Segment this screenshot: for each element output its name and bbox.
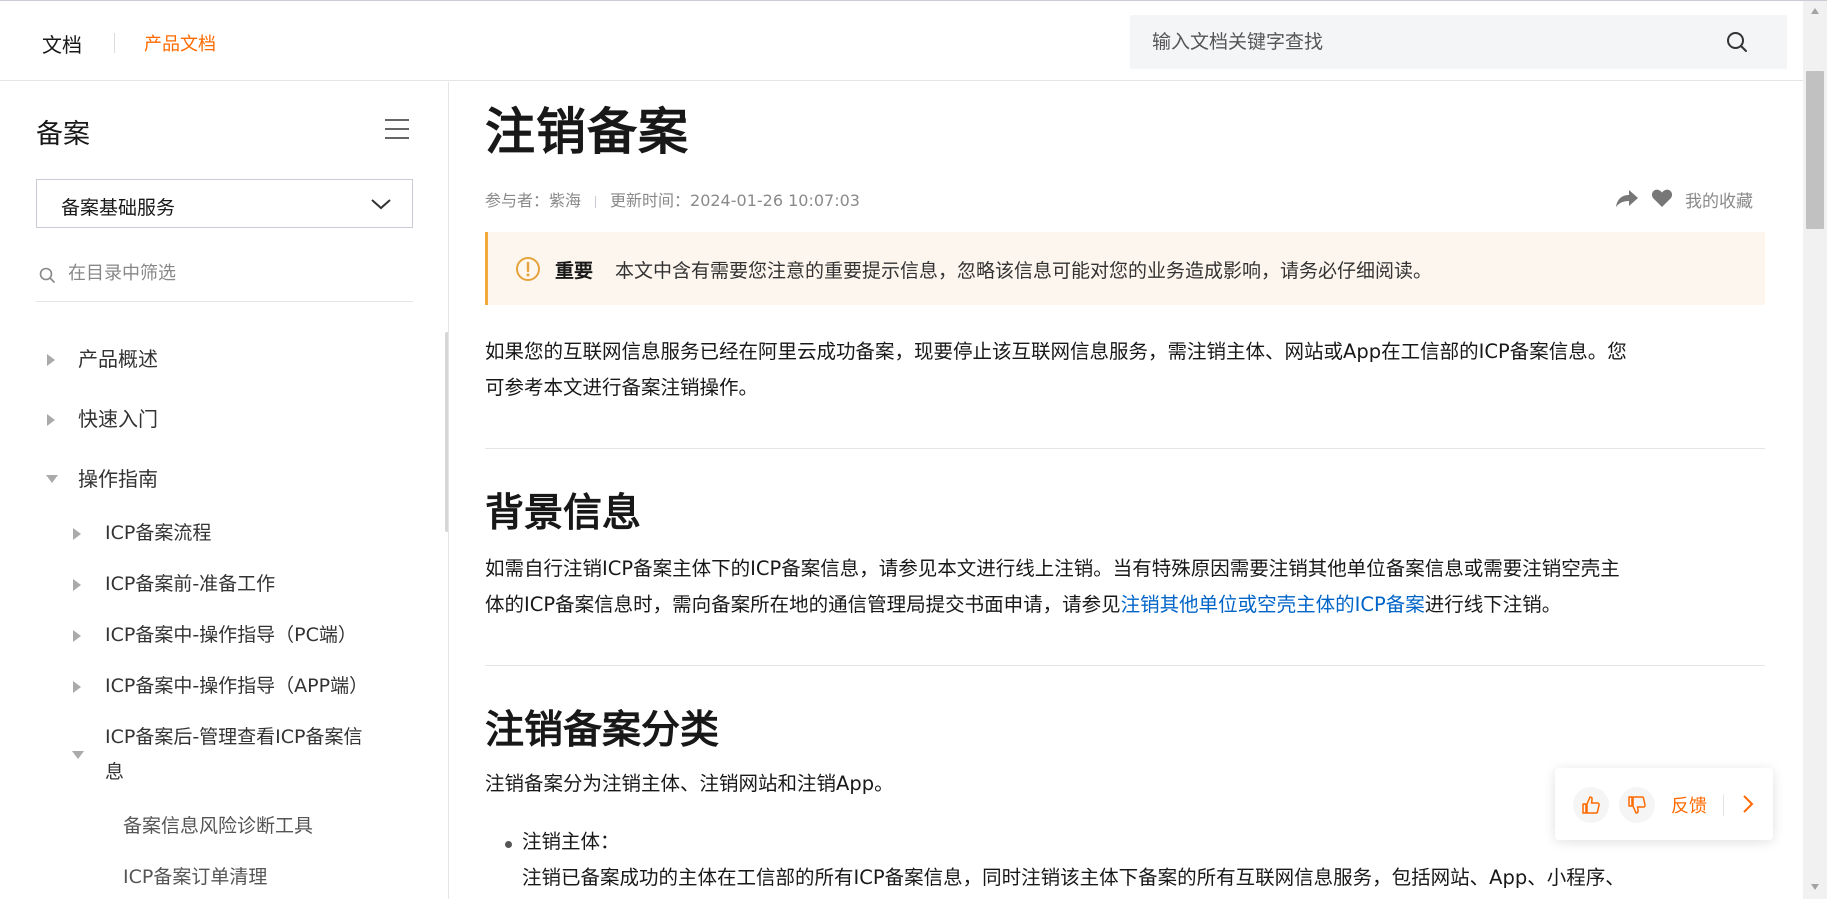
nav-subitem-label: ICP备案中-操作指导（PC端） [105,624,357,646]
section-divider [485,665,1765,666]
caret-right-icon [72,567,86,602]
feedback-button[interactable]: 反馈 [1671,792,1707,818]
caret-right-icon [46,402,60,437]
thumbs-up-button[interactable] [1573,787,1609,823]
header-divider [114,33,115,53]
chevron-down-icon [370,195,392,213]
nav-item-label: 产品概述 [78,347,158,371]
scroll-down-icon [1811,884,1819,890]
background-text: 体的ICP备案信息时，需向备案所在地的通信管理局提交书面申请，请参见 [485,593,1121,616]
thumbs-down-icon [1628,796,1646,814]
notice-text: 本文中含有需要您注意的重要提示信息，忽略该信息可能对您的业务造成影响，请务必仔细… [615,260,1433,282]
scroll-up-icon [1811,8,1819,14]
search-icon[interactable] [1725,30,1749,54]
sidebar-title: 备案 [36,119,90,150]
bullet-text: 注销已备案成功的主体在工信部的所有ICP备案信息，同时注销该主体下备案的所有互联… [522,866,1625,889]
caret-right-icon [72,516,86,551]
nav-subitem-label: ICP备案中-操作指导（APP端） [105,675,369,697]
contributors: 参与者：紫海 [485,191,582,210]
top-header: 文档 产品文档 [0,1,1803,81]
important-notice: 重要 本文中含有需要您注意的重要提示信息，忽略该信息可能对您的业务造成影响，请务… [485,232,1765,305]
section-heading-background: 背景信息 [485,491,642,536]
background-line-1: 如需自行注销ICP备案主体下的ICP备案信息，请参见本文进行线上注销。当有特殊原… [485,557,1620,580]
toc-filter[interactable] [36,252,413,302]
section-heading-categories: 注销备案分类 [485,708,720,753]
notice-title: 重要 [555,260,594,282]
background-text-end: 进行线下注销。 [1424,593,1562,616]
offline-cancel-link[interactable]: 注销其他单位或空壳主体的ICP备案 [1121,593,1425,616]
article-actions: 我的收藏 [1615,182,1765,212]
background-paragraph: 如需自行注销ICP备案主体下的ICP备案信息，请参见本文进行线上注销。当有特殊原… [485,551,1765,623]
scrollbar-thumb[interactable] [1806,71,1824,229]
service-select[interactable]: 备案基础服务 [36,179,413,228]
update-time: 更新时间：2024-01-26 10:07:03 [610,191,860,210]
search-box[interactable] [1130,15,1787,69]
my-favorites-link[interactable]: 我的收藏 [1685,187,1753,212]
nav-item-label: 快速入门 [78,407,158,431]
caret-right-icon [72,618,86,653]
filter-search-icon [38,266,56,284]
nav-subitem-label: ICP备案后-管理查看ICP备案信 [105,726,363,748]
chevron-right-icon[interactable] [1738,793,1758,815]
thumbs-up-icon [1582,796,1600,814]
nav-subitem-label: ICP备案流程 [105,522,212,544]
background-line-2: 体的ICP备案信息时，需向备案所在地的通信管理局提交书面申请，请参见注销其他单位… [485,587,1765,623]
caret-down-icon [46,462,60,497]
page-scrollbar[interactable] [1803,1,1827,899]
feedback-divider [1723,794,1724,816]
feedback-widget: 反馈 [1555,768,1773,840]
warning-icon [515,256,541,282]
meta-divider [595,195,597,208]
article-meta: 参与者：紫海 更新时间：2024-01-26 10:07:03 [485,187,860,211]
share-icon[interactable] [1615,188,1639,208]
thumbs-down-button[interactable] [1619,787,1655,823]
section-divider [485,448,1765,449]
intro-paragraph: 如果您的互联网信息服务已经在阿里云成功备案，现要停止该互联网信息服务，需注销主体… [485,334,1765,406]
toc-filter-input[interactable] [68,258,398,288]
intro-line-2: 可参考本文进行备案注销操作。 [485,376,759,399]
nav-item-label: 操作指南 [78,467,158,491]
nav-leaf-label: ICP备案订单清理 [123,866,268,888]
caret-right-icon [46,342,60,377]
menu-icon[interactable] [384,118,410,140]
intro-line-1: 如果您的互联网信息服务已经在阿里云成功备案，现要停止该互联网信息服务，需注销主体… [485,340,1627,363]
page-title: 注销备案 [485,103,689,161]
nav-subitem-label-continued: 息 [105,761,125,783]
bullet-dot [505,841,512,848]
search-input[interactable] [1152,27,1712,57]
heart-icon[interactable] [1651,188,1673,208]
brand-docs-link[interactable]: 文档 [42,29,82,58]
service-select-value: 备案基础服务 [61,197,176,219]
product-docs-link[interactable]: 产品文档 [144,30,216,56]
sidebar: 备案 备案基础服务 产品概述 快速入门 操作指南 ICP备案流程 ICP备案前-… [0,82,449,899]
sidebar-scrollbar[interactable] [445,332,448,532]
nav-leaf-label: 备案信息风险诊断工具 [123,815,314,837]
nav-subitem-label: ICP备案前-准备工作 [105,573,276,595]
caret-down-icon [72,738,86,773]
caret-right-icon [72,669,86,704]
